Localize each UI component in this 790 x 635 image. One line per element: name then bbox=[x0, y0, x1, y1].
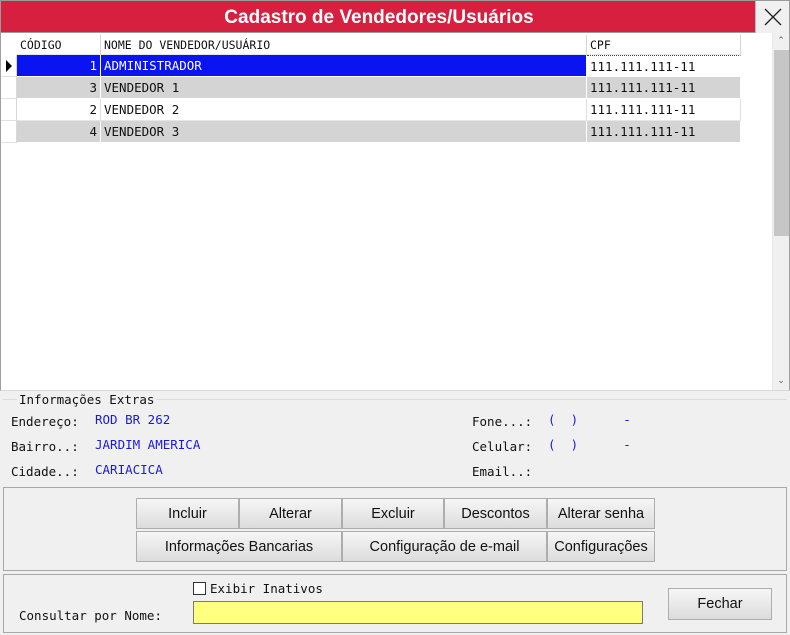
column-header-nome[interactable]: NOME DO VENDEDOR/USUÁRIO bbox=[101, 35, 587, 55]
cell-cpf[interactable]: 111.111.111-11 bbox=[587, 99, 741, 121]
row-indicator[interactable] bbox=[1, 55, 17, 77]
grid-body: 1 ADMINISTRADOR 111.111.111-11 3 VENDEDO… bbox=[17, 55, 741, 143]
scroll-down-icon[interactable]: ⌄ bbox=[773, 373, 789, 390]
consultar-por-nome-label: Consultar por Nome: bbox=[19, 608, 162, 623]
celular-label: Celular: bbox=[472, 439, 533, 454]
cell-nome[interactable]: VENDEDOR 2 bbox=[101, 99, 587, 121]
fone-label: Fone...: bbox=[472, 414, 533, 429]
configuracoes-button[interactable]: Configurações bbox=[547, 531, 655, 562]
cidade-label: Cidade..: bbox=[11, 464, 79, 479]
cell-cpf[interactable]: 111.111.111-11 bbox=[587, 77, 741, 99]
row-indicator[interactable] bbox=[1, 77, 17, 99]
column-header-codigo[interactable]: CÓDIGO bbox=[17, 35, 101, 55]
title-bar: Cadastro de Vendedores/Usuários bbox=[0, 0, 790, 34]
table-row[interactable]: 3 VENDEDOR 1 111.111.111-11 bbox=[17, 77, 741, 99]
cell-nome[interactable]: VENDEDOR 3 bbox=[101, 121, 587, 143]
incluir-button[interactable]: Incluir bbox=[136, 498, 239, 529]
excluir-button[interactable]: Excluir bbox=[342, 498, 444, 529]
column-header-cpf[interactable]: CPF bbox=[587, 35, 741, 55]
endereco-label: Endereço: bbox=[11, 414, 79, 429]
table-row[interactable]: 2 VENDEDOR 2 111.111.111-11 bbox=[17, 99, 741, 121]
action-buttons-panel: Incluir Alterar Excluir Descontos Altera… bbox=[3, 487, 787, 571]
celular-value: ( ) - bbox=[548, 437, 631, 452]
exibir-inativos-checkbox[interactable] bbox=[193, 582, 206, 595]
row-indicator[interactable] bbox=[1, 121, 17, 143]
endereco-value: ROD BR 262 bbox=[95, 412, 171, 427]
window-title: Cadastro de Vendedores/Usuários bbox=[224, 7, 534, 28]
consultar-por-nome-input[interactable] bbox=[193, 601, 643, 624]
search-panel: Exibir Inativos Consultar por Nome: Fech… bbox=[3, 574, 787, 633]
informacoes-bancarias-button[interactable]: Informações Bancarias bbox=[136, 531, 342, 562]
descontos-button[interactable]: Descontos bbox=[444, 498, 547, 529]
email-label: Email..: bbox=[472, 464, 533, 479]
row-indicator[interactable] bbox=[1, 99, 17, 121]
cidade-value: CARIACICA bbox=[95, 462, 163, 477]
bairro-label: Bairro..: bbox=[11, 439, 79, 454]
extra-info-group: Informações Extras Endereço: ROD BR 262 … bbox=[3, 392, 787, 484]
grid-header: CÓDIGO NOME DO VENDEDOR/USUÁRIO CPF bbox=[17, 35, 741, 55]
current-row-arrow-icon bbox=[6, 60, 12, 72]
cell-codigo[interactable]: 3 bbox=[17, 77, 101, 99]
configuracao-email-button[interactable]: Configuração de e-mail bbox=[342, 531, 547, 562]
cell-cpf[interactable]: 111.111.111-11 bbox=[587, 55, 741, 77]
cell-codigo[interactable]: 4 bbox=[17, 121, 101, 143]
cell-nome[interactable]: ADMINISTRADOR bbox=[101, 55, 587, 77]
cell-nome[interactable]: VENDEDOR 1 bbox=[101, 77, 587, 99]
table-row[interactable]: 1 ADMINISTRADOR 111.111.111-11 bbox=[17, 55, 741, 77]
cell-codigo[interactable]: 2 bbox=[17, 99, 101, 121]
extra-info-legend: Informações Extras bbox=[17, 392, 157, 407]
vertical-scrollbar[interactable]: ⌃ ⌄ bbox=[772, 33, 789, 390]
close-button[interactable] bbox=[755, 1, 789, 34]
fechar-button[interactable]: Fechar bbox=[668, 588, 772, 620]
table-row[interactable]: 4 VENDEDOR 3 111.111.111-11 bbox=[17, 121, 741, 143]
vendors-grid[interactable]: CÓDIGO NOME DO VENDEDOR/USUÁRIO CPF 1 AD… bbox=[0, 33, 790, 391]
cell-codigo[interactable]: 1 bbox=[17, 55, 101, 77]
alterar-senha-button[interactable]: Alterar senha bbox=[547, 498, 655, 529]
close-x-icon bbox=[764, 8, 782, 26]
fone-value: ( ) - bbox=[548, 412, 631, 427]
scroll-up-icon[interactable]: ⌃ bbox=[773, 33, 789, 50]
scroll-thumb[interactable] bbox=[774, 50, 789, 236]
row-indicator-column bbox=[1, 55, 17, 143]
exibir-inativos-label[interactable]: Exibir Inativos bbox=[210, 581, 323, 596]
alterar-button[interactable]: Alterar bbox=[239, 498, 342, 529]
cell-cpf[interactable]: 111.111.111-11 bbox=[587, 121, 741, 143]
bairro-value: JARDIM AMERICA bbox=[95, 437, 201, 452]
